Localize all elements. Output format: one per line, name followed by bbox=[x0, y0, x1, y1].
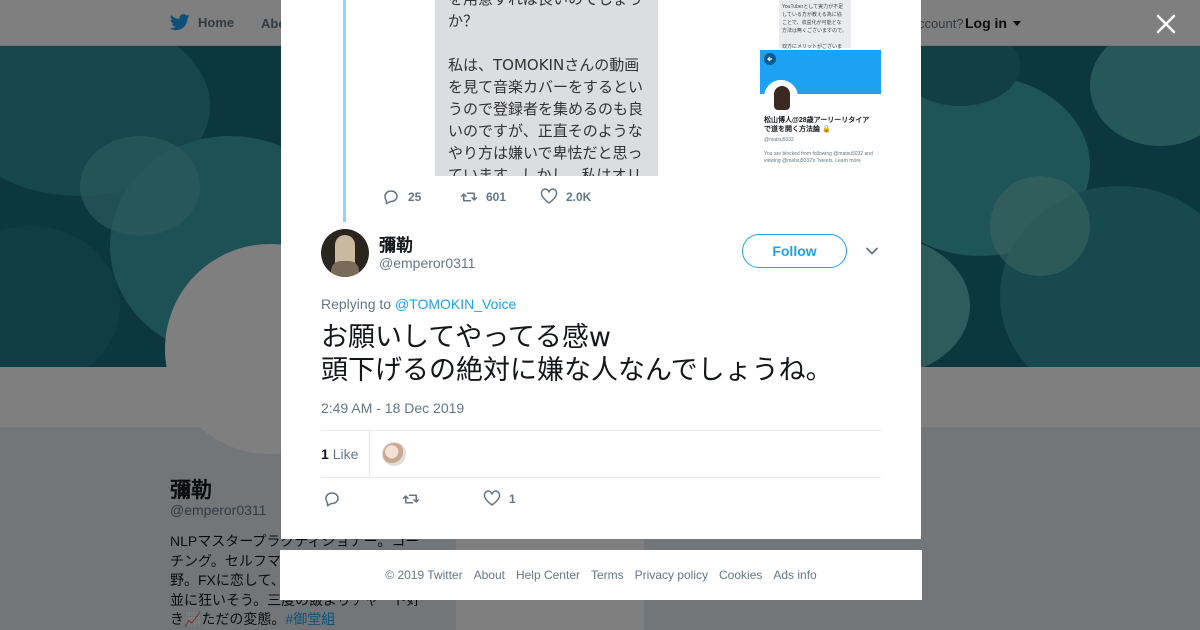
quoted-image-note: You are blocked from following @matsu503… bbox=[764, 151, 873, 164]
quoted-image-text: を用意すれば良いのでしょう か？ 私は、TOMOKINさんの動画 を見て音楽カバ… bbox=[448, 0, 644, 176]
footer-about-link[interactable]: About bbox=[474, 568, 505, 582]
footer-ads-link[interactable]: Ads info bbox=[773, 568, 816, 582]
quoted-image-left[interactable]: を用意すれば良いのでしょう か？ 私は、TOMOKINさんの動画 を見て音楽カバ… bbox=[435, 0, 658, 176]
quoted-retweet-count: 601 bbox=[486, 190, 507, 204]
quoted-image-name: 松山博人@28歳アーリーリタイア で道を開く方法論 🔒 bbox=[764, 117, 870, 133]
chevron-down-icon[interactable] bbox=[865, 244, 879, 258]
heart-icon bbox=[483, 490, 501, 506]
quoted-image-avatar bbox=[764, 80, 798, 114]
replying-to: Replying to @TOMOKIN_Voice bbox=[321, 296, 516, 312]
quoted-reply-action[interactable]: 25 bbox=[382, 188, 421, 206]
quoted-image-handle: @matsu5032 bbox=[764, 137, 794, 143]
tweet-stats: 1 Like bbox=[321, 430, 881, 478]
liker-avatar[interactable] bbox=[382, 442, 406, 466]
heart-icon bbox=[540, 188, 558, 204]
quoted-reply-count: 25 bbox=[408, 190, 422, 204]
retweet-icon bbox=[402, 494, 420, 504]
replying-prefix: Replying to bbox=[321, 296, 392, 312]
like-stat-count: 1 bbox=[321, 446, 329, 462]
footer-terms-link[interactable]: Terms bbox=[591, 568, 624, 582]
retweet-icon bbox=[460, 192, 478, 202]
retweet-action[interactable] bbox=[402, 490, 420, 508]
like-action-count: 1 bbox=[509, 492, 516, 506]
quoted-image-right[interactable]: YouTuberとして実力が不足 している方が教える為に協 ことで、収益化が可能… bbox=[760, 0, 881, 176]
author-handle[interactable]: @emperor0311 bbox=[379, 255, 475, 271]
close-icon[interactable] bbox=[1154, 12, 1178, 36]
like-stat[interactable]: 1 Like bbox=[321, 446, 358, 462]
reply-icon bbox=[325, 492, 339, 507]
tweet-text: お願いしてやってる感w 頭下げるの絶対に嫌な人なんでしょうね。 bbox=[321, 322, 833, 386]
quoted-image-right-text: YouTuberとして実力が不足 している方が教える為に協 ことで、収益化が可能… bbox=[779, 0, 851, 50]
footer-help-link[interactable]: Help Center bbox=[516, 568, 580, 582]
tweet-modal: を用意すれば良いのでしょう か？ 私は、TOMOKINさんの動画 を見て音楽カバ… bbox=[281, 0, 921, 539]
reply-icon bbox=[384, 190, 398, 205]
stats-divider bbox=[369, 431, 370, 477]
like-stat-label: Like bbox=[332, 446, 359, 462]
quoted-retweet-action[interactable]: 601 bbox=[460, 188, 506, 206]
modal-footer: © 2019 Twitter About Help Center Terms P… bbox=[280, 550, 922, 600]
quoted-like-count: 2.0K bbox=[566, 190, 592, 204]
back-arrow-icon bbox=[764, 53, 776, 65]
like-action[interactable]: 1 bbox=[483, 490, 516, 508]
footer-privacy-link[interactable]: Privacy policy bbox=[635, 568, 708, 582]
author-name[interactable]: 彌勒 bbox=[379, 231, 413, 256]
footer-cookies-link[interactable]: Cookies bbox=[719, 568, 762, 582]
quoted-like-action[interactable]: 2.0K bbox=[540, 188, 591, 206]
replying-to-link[interactable]: @TOMOKIN_Voice bbox=[395, 296, 516, 312]
reply-action[interactable] bbox=[323, 490, 341, 508]
author-avatar[interactable] bbox=[321, 229, 369, 277]
thread-connector-line bbox=[343, 0, 346, 222]
tweet-timestamp[interactable]: 2:49 AM - 18 Dec 2019 bbox=[321, 400, 464, 416]
footer-copyright: © 2019 Twitter bbox=[385, 568, 463, 582]
follow-button[interactable]: Follow bbox=[742, 234, 847, 268]
